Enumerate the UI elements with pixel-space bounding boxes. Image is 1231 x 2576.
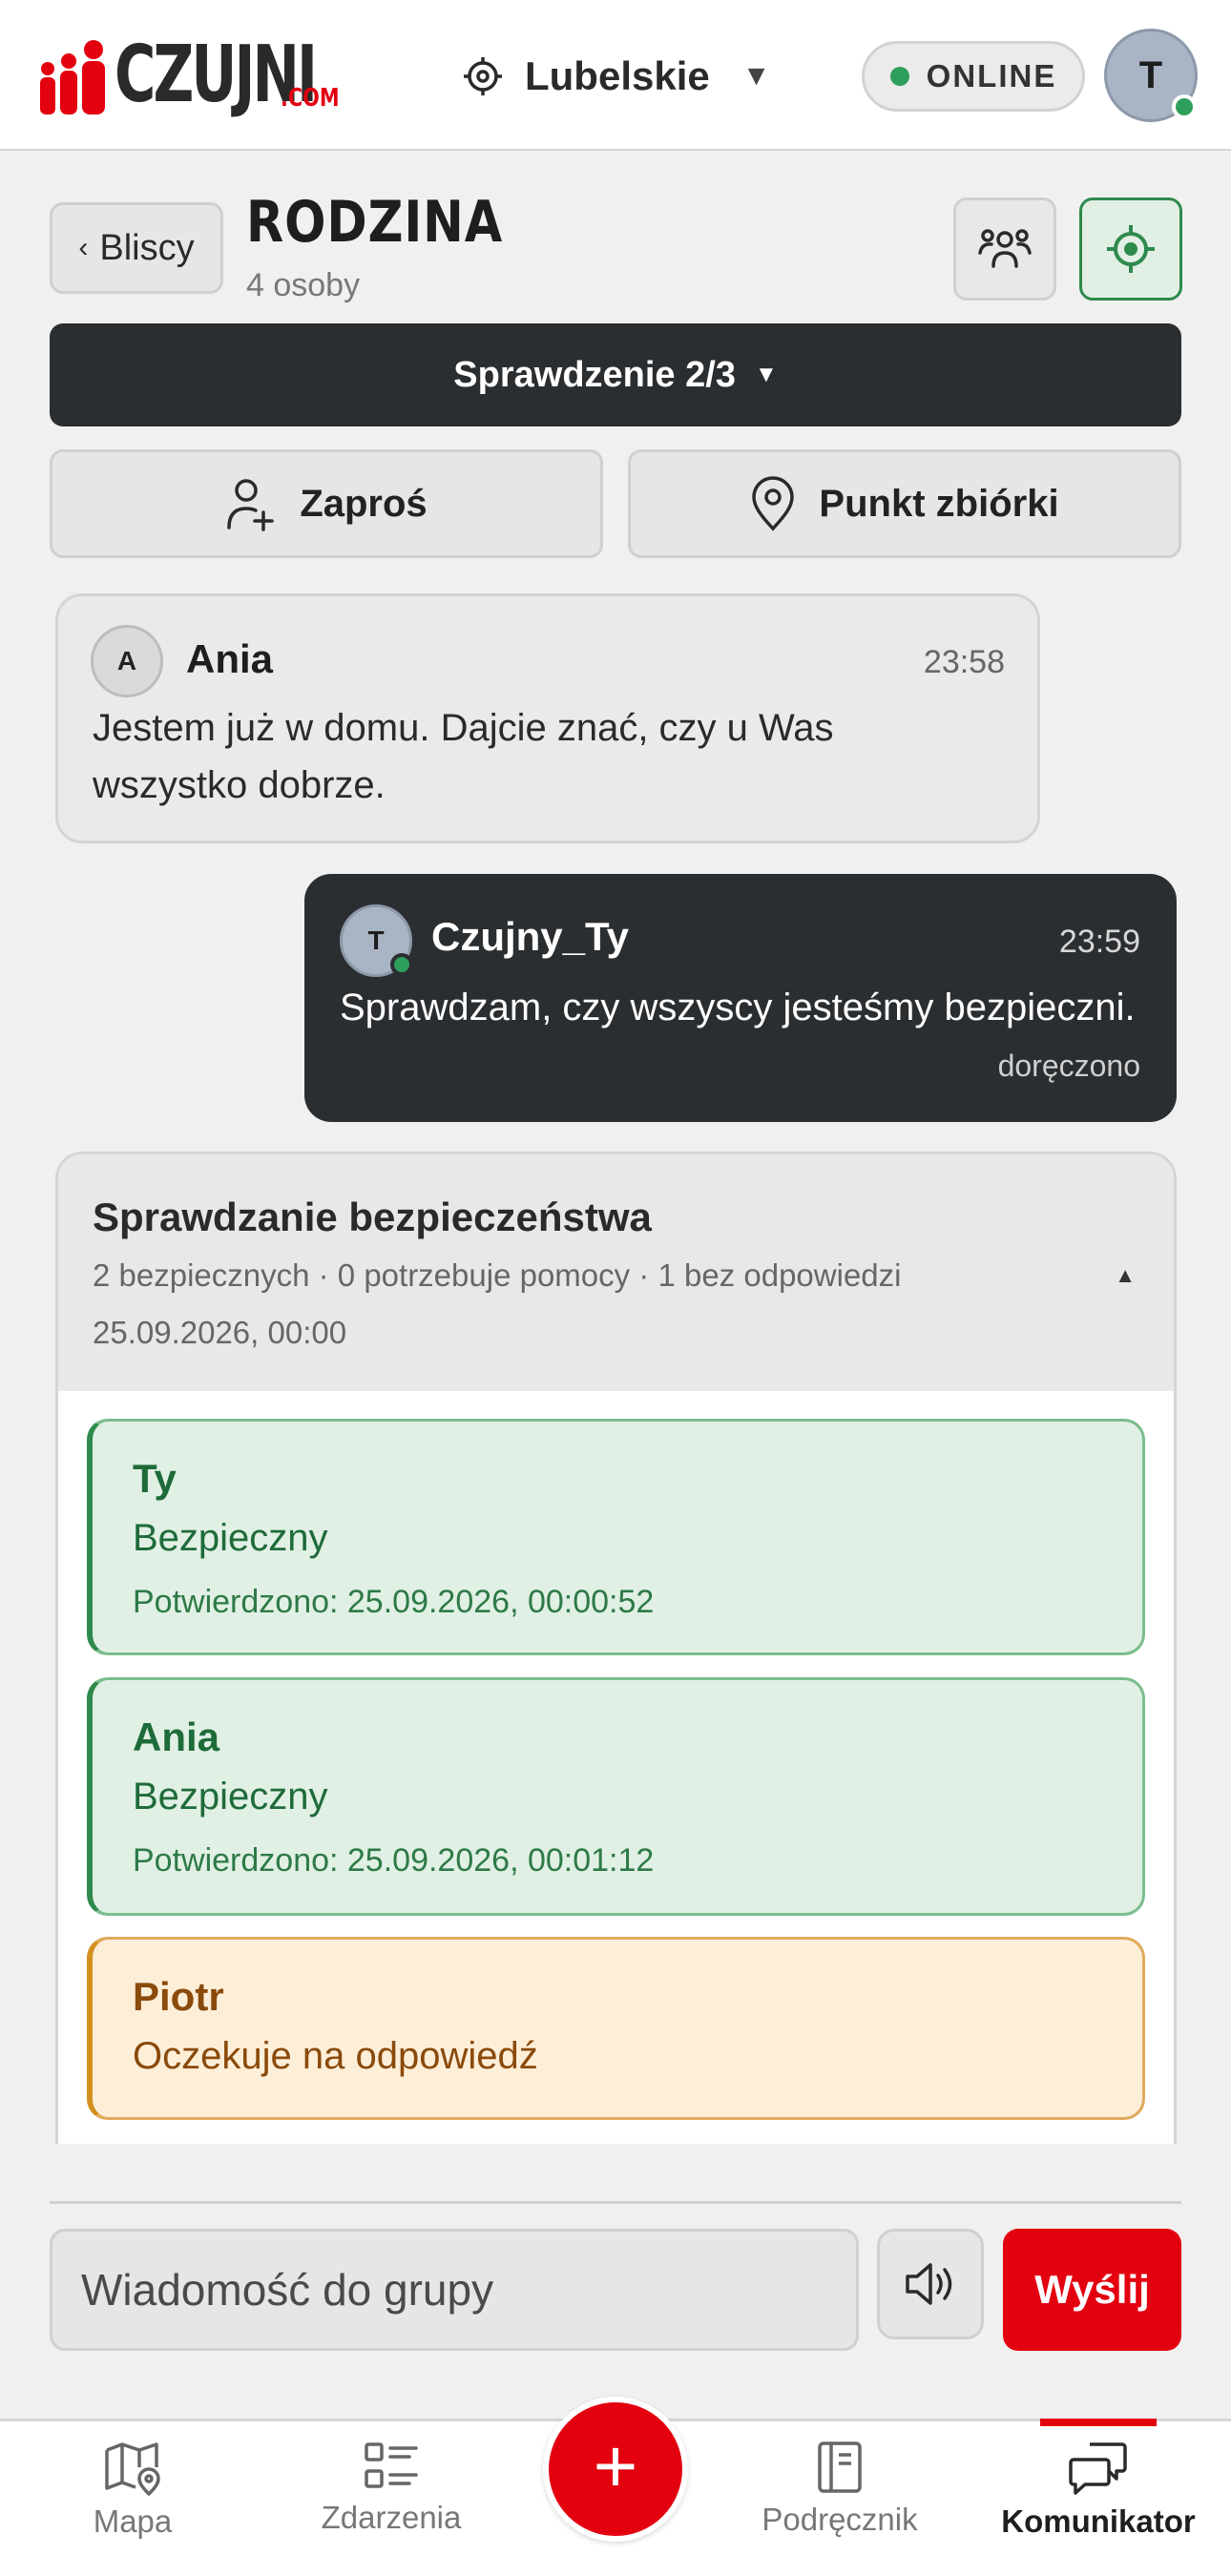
sender-avatar: T: [340, 904, 413, 977]
group-members-icon: [978, 229, 1032, 268]
nav-item-label: Podręcznik: [762, 2502, 918, 2537]
safety-entry-name: Piotr: [133, 1974, 224, 2019]
chevron-up-icon[interactable]: ▲: [1115, 1263, 1136, 1288]
nav-item-label: Komunikator: [1001, 2503, 1196, 2539]
message-time: 23:58: [923, 644, 1005, 680]
safety-check-header[interactable]: Sprawdzanie bezpieczeństwa 2 bezpiecznyc…: [58, 1154, 1174, 1391]
gathering-point-label: Punkt zbiórki: [819, 482, 1059, 525]
locate-me-button[interactable]: [1079, 197, 1182, 301]
nav-item-events[interactable]: Zdarzenia: [277, 2441, 506, 2574]
safety-entry-confirmed: Potwierdzono: 25.09.2026, 00:01:12: [133, 1842, 655, 1879]
invite-button[interactable]: Zaproś: [50, 449, 603, 558]
members-button[interactable]: [953, 197, 1056, 301]
message-sender: Czujny_Ty: [431, 914, 629, 959]
speaker-icon: [906, 2263, 952, 2305]
message-input[interactable]: [50, 2229, 859, 2351]
delivery-status: doręczono: [997, 1049, 1140, 1083]
safety-entry-status: Bezpieczny: [133, 1517, 328, 1559]
add-report-button[interactable]: +: [543, 2397, 688, 2542]
add-user-icon: [227, 479, 275, 531]
safety-entry-name: Ty: [133, 1456, 177, 1501]
nav-item-label: Zdarzenia: [321, 2500, 462, 2535]
message-text: Jestem już w domu. Dajcie znać, czy u Wa…: [93, 707, 834, 806]
group-member-count: 4 osoby: [246, 267, 361, 303]
safety-check-summary: 2 bezpiecznych · 0 potrzebuje pomocy · 1…: [93, 1257, 902, 1293]
sender-avatar-initial: T: [367, 925, 385, 955]
online-dot-icon: [889, 67, 909, 86]
user-avatar-initial: T: [1138, 53, 1163, 96]
user-avatar[interactable]: T: [1104, 29, 1198, 122]
sender-avatar-initial: A: [116, 646, 137, 675]
connection-status-label: ONLINE: [926, 58, 1057, 93]
crosshair-icon: [1107, 225, 1155, 273]
safety-entry-status: Oczekuje na odpowiedź: [133, 2035, 538, 2077]
safety-check-panel: Sprawdzanie bezpieczeństwa 2 bezpiecznyc…: [55, 1152, 1177, 2144]
message-time: 23:59: [1058, 924, 1140, 960]
safety-entry-confirmed: Potwierdzono: 25.09.2026, 00:00:52: [133, 1584, 655, 1620]
back-button[interactable]: ‹ Bliscy: [50, 202, 223, 294]
message-bubble-outgoing: T Czujny_Ty 23:59 Sprawdzam, czy wszyscy…: [304, 874, 1177, 1122]
map-icon: [105, 2442, 160, 2496]
top-header: CZUJNI .COM Lubelskie ▼ ONLINE T: [0, 0, 1231, 151]
composer-divider: [50, 2201, 1181, 2204]
chevron-down-icon: ▼: [754, 362, 778, 387]
logo-people-icon: [40, 40, 105, 114]
map-pin-icon: [752, 476, 795, 531]
sender-avatar: A: [91, 625, 163, 697]
location-target-icon: [464, 57, 502, 95]
invite-button-label: Zaproś: [300, 482, 428, 525]
nav-item-messenger[interactable]: Komunikator: [984, 2441, 1213, 2574]
plus-icon: +: [593, 2423, 638, 2508]
list-icon: [365, 2442, 418, 2488]
safety-entry-card: Piotr Oczekuje na odpowiedź: [87, 1937, 1145, 2120]
safety-entry-status: Bezpieczny: [133, 1776, 328, 1818]
nav-item-map[interactable]: Mapa: [18, 2441, 247, 2574]
nav-item-handbook[interactable]: Podręcznik: [725, 2441, 954, 2574]
chevron-left-icon: ‹: [78, 232, 89, 263]
book-icon: [818, 2441, 862, 2493]
message-bubble-incoming: A Ania 23:58 Jestem już w domu. Dajcie z…: [55, 593, 1040, 843]
region-label: Lubelskie: [525, 53, 710, 98]
safety-check-date: 25.09.2026, 00:00: [93, 1315, 347, 1350]
message-sender: Ania: [186, 636, 274, 681]
app-logo[interactable]: CZUJNI .COM: [36, 34, 354, 114]
connection-status-badge: ONLINE: [862, 41, 1085, 112]
online-status-dot-icon: [1172, 94, 1197, 119]
chevron-down-icon: ▼: [741, 60, 771, 92]
safety-check-toggle[interactable]: Sprawdzenie 2/3 ▼: [50, 323, 1181, 426]
logo-suffix: .COM: [281, 84, 340, 113]
nav-item-label: Mapa: [93, 2503, 173, 2539]
online-status-dot-icon: [390, 953, 413, 976]
voice-message-button[interactable]: [877, 2229, 984, 2339]
back-button-label: Bliscy: [99, 227, 195, 268]
send-button[interactable]: Wyślij: [1003, 2229, 1181, 2351]
safety-check-label: Sprawdzenie 2/3: [453, 354, 736, 395]
chat-icon: [1069, 2442, 1127, 2495]
logo-wordmark: CZUJNI: [115, 30, 318, 120]
safety-entry-card: Ty Bezpieczny Potwierdzono: 25.09.2026, …: [87, 1419, 1145, 1655]
region-selector[interactable]: Lubelskie ▼: [462, 48, 770, 105]
group-title: RODZINA: [246, 189, 504, 256]
safety-entry-name: Ania: [133, 1714, 220, 1759]
safety-check-title: Sprawdzanie bezpieczeństwa: [93, 1195, 652, 1239]
active-tab-indicator: [1040, 2419, 1157, 2426]
gathering-point-button[interactable]: Punkt zbiórki: [628, 449, 1181, 558]
safety-entry-card: Ania Bezpieczny Potwierdzono: 25.09.2026…: [87, 1677, 1145, 1916]
message-text: Sprawdzam, czy wszyscy jesteśmy bezpiecz…: [340, 987, 1136, 1028]
